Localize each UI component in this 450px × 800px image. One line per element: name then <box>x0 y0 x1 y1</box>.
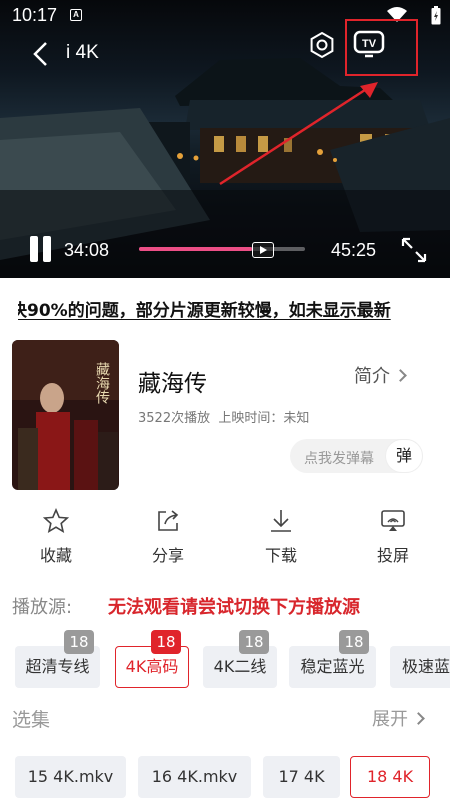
episodes-label: 选集 <box>12 709 51 731</box>
share-label: 分享 <box>151 546 184 565</box>
pause-icon[interactable] <box>30 236 52 262</box>
episode-chip[interactable]: 15 4K.mkv <box>15 756 126 798</box>
episode-chip[interactable]: 17 4K <box>263 756 340 798</box>
poster-title: 藏海传 <box>94 362 110 404</box>
cast-screen-button[interactable]: 投屏 <box>353 508 433 568</box>
current-time: 34:08 <box>64 240 110 260</box>
episode-chip-active[interactable]: 18 4K <box>350 756 430 798</box>
favorite-label: 收藏 <box>39 546 72 565</box>
release-time: 上映时间：未知 <box>218 411 310 426</box>
highlight-frame <box>345 19 418 76</box>
notification-a-icon: A <box>70 9 82 21</box>
download-icon <box>271 510 291 532</box>
show-meta: 3522次播放 上映时间：未知 <box>138 407 309 426</box>
fullscreen-icon[interactable] <box>400 236 428 264</box>
favorite-button[interactable]: 收藏 <box>16 508 96 568</box>
play-count: 3522次播放 <box>138 411 211 426</box>
player-title: i 4K <box>66 42 99 63</box>
source-badge: 18 <box>64 630 94 654</box>
video-player[interactable]: 10:17 A i 4K TV 34:08 45:25 <box>0 0 450 278</box>
total-time: 45:25 <box>331 240 377 260</box>
show-title: 藏海传 <box>138 371 207 397</box>
source-label: 播放源: <box>12 597 73 618</box>
source-warning: 无法观看请尝试切换下方播放源 <box>108 597 360 618</box>
share-button[interactable]: 分享 <box>128 508 208 568</box>
download-button[interactable]: 下载 <box>241 508 321 568</box>
poster-image[interactable]: 藏海传 <box>12 340 119 490</box>
back-icon[interactable] <box>30 40 54 68</box>
intro-label: 简介 <box>354 366 390 387</box>
settings-hex-icon[interactable] <box>308 31 336 59</box>
cast-screen-icon <box>381 510 405 531</box>
notice-marquee: 决90%的问题，部分片源更新较慢，如未显示最新 <box>18 296 432 322</box>
source-badge-active: 18 <box>151 630 181 654</box>
seek-bar[interactable] <box>139 247 305 251</box>
star-icon <box>43 508 69 534</box>
source-badge: 18 <box>239 630 269 654</box>
source-chip[interactable]: 极速蓝光 <box>390 646 450 688</box>
cast-screen-label: 投屏 <box>376 546 409 565</box>
status-time: 10:17 <box>12 5 58 25</box>
seek-bar-progress <box>139 247 252 251</box>
expand-episodes-link[interactable]: 展开 <box>372 705 425 731</box>
chevron-right-icon <box>394 369 407 382</box>
download-label: 下载 <box>264 546 297 565</box>
expand-label: 展开 <box>372 709 408 730</box>
battery-icon <box>431 6 441 25</box>
share-icon <box>158 510 179 531</box>
source-badge: 18 <box>339 630 369 654</box>
danmaku-input[interactable]: 点我发弹幕 <box>304 448 374 468</box>
danmaku-toggle-button[interactable]: 弹 <box>385 439 423 473</box>
chevron-right-icon <box>412 712 425 725</box>
seek-thumb[interactable] <box>252 242 274 258</box>
intro-link[interactable]: 简介 <box>354 362 407 388</box>
danmaku-bar: 点我发弹幕 弹 <box>290 439 423 473</box>
episode-chip[interactable]: 16 4K.mkv <box>138 756 251 798</box>
notice-text: 决90%的问题，部分片源更新较慢，如未显示最新 <box>18 301 391 321</box>
video-detail-screen: 10:17 A i 4K TV 34:08 45:25 决90%的问题，部分片源… <box>0 0 450 800</box>
